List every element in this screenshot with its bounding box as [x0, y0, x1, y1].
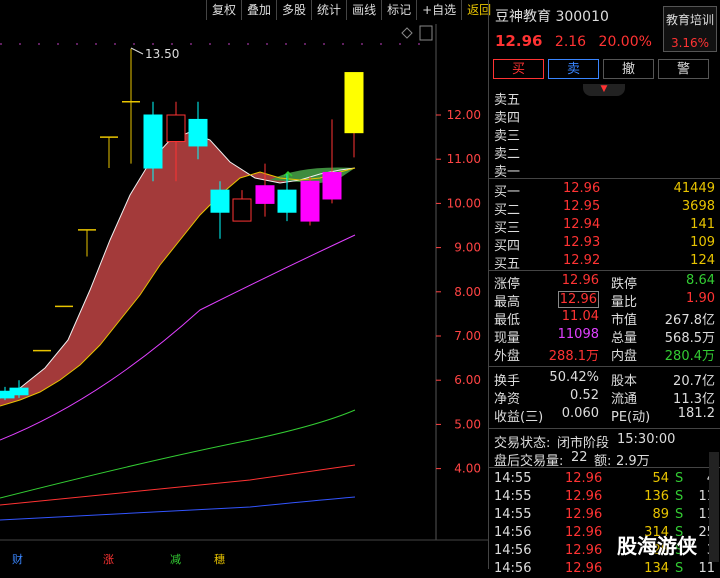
candle-body: [255, 185, 275, 204]
kline-chart[interactable]: 12.00 11.00 10.00 9.00 8.00 7.00 6.00 5.00 4.00 1…: [0, 0, 488, 569]
candle-body-hollow: [166, 114, 186, 143]
ask-row: 卖五: [489, 88, 720, 108]
event-ticker: 财 涨 减 穗: [0, 548, 488, 569]
last-price: 12.96: [495, 32, 543, 50]
price-row: 12.96 2.16 20.00%: [495, 32, 660, 50]
divider: [489, 270, 720, 271]
toolbar-fuquan[interactable]: 复权: [206, 0, 241, 20]
price-change-pct: 20.00%: [598, 34, 652, 50]
stats-block: 涨停 12.96 跌停 8.64 最高 12.96 量比 1.90 最低 11.04 市值 267…: [489, 272, 720, 364]
sell-button[interactable]: 卖: [548, 59, 599, 79]
quote-panel: 豆神教育 300010 教育培训 3.16% 12.96 2.16 20.00%…: [488, 0, 720, 576]
toolbar-diejia[interactable]: 叠加: [241, 0, 276, 20]
bid-row: 买二 12.95 3698: [494, 199, 715, 218]
sector-badge[interactable]: 教育培训 3.16%: [663, 6, 717, 52]
candle-body: [344, 72, 364, 134]
bid-row: 买四 12.93 109: [494, 235, 715, 254]
price-change: 2.16: [554, 34, 587, 50]
trade-row: 14:56 12.96 134 S 11: [494, 561, 715, 576]
stock-code: 300010: [555, 9, 609, 25]
event-marker-sui[interactable]: 穗: [214, 551, 225, 567]
bid-row: 买五 12.92 124: [494, 253, 715, 272]
candle-body: [277, 189, 297, 213]
divider: [489, 366, 720, 367]
trades-scrollbar[interactable]: [709, 452, 719, 562]
bid-row: 买一 12.96 41449: [494, 181, 715, 200]
divider: [489, 467, 720, 468]
candle-body-hollow: [232, 198, 252, 222]
chart-grid: [0, 0, 488, 569]
status-block: 交易状态: 闭市阶段 15:30:00 盘后交易量: 22 额: 2.9万: [489, 431, 720, 469]
high-price-marker: 13.50: [145, 47, 179, 61]
cancel-button[interactable]: 撤: [603, 59, 654, 79]
stats-row: 外盘 288.1万 内盘 280.4万: [494, 349, 715, 364]
ask-row: 卖二: [489, 142, 720, 162]
bid-row: 买三 12.94 141: [494, 217, 715, 236]
buy-button[interactable]: 买: [493, 59, 544, 79]
trade-status-row: 交易状态: 闭市阶段 15:30:00: [494, 432, 676, 451]
candle-body: [143, 114, 163, 169]
price-label: 7.00: [454, 329, 481, 343]
stats-row: 收益(三) 0.060 PE(动) 181.2: [494, 406, 715, 425]
stats-row: 现量 11098 总量 568.5万: [494, 327, 715, 346]
price-label: 12.00: [447, 108, 481, 122]
price-label: 6.00: [454, 373, 481, 387]
trade-buttons: 买 卖 撤 警: [493, 59, 709, 79]
price-label: 9.00: [454, 241, 481, 255]
candle-body: [322, 171, 342, 200]
price-label: 4.00: [454, 462, 481, 476]
candle-body: [300, 180, 320, 222]
price-label: 8.00: [454, 285, 481, 299]
ask-row: 卖一: [489, 160, 720, 180]
tick-trades: 14:5512.9654S4 14:5512.96136S11 14:5512.…: [489, 470, 720, 578]
toolbar-duogu[interactable]: 多股: [276, 0, 311, 20]
ask-book: 卖五 卖四 卖三 卖二 卖一: [489, 88, 720, 180]
bid-book: 买一 12.96 41449 买二 12.95 3698 买三 12.94 141 买四 12…: [489, 180, 720, 272]
after-hours-row: 盘后交易量: 22 额: 2.9万: [494, 450, 650, 469]
stats-row: 涨停 12.96 跌停 8.64: [494, 273, 715, 292]
alert-button[interactable]: 警: [658, 59, 709, 79]
divider: [489, 428, 720, 429]
chart-bg: [0, 0, 488, 569]
stock-name: 豆神教育: [495, 9, 551, 25]
stats-row: 净资 0.52 流通 11.3亿: [494, 388, 715, 407]
sector-name: 教育培训: [665, 13, 714, 27]
ask-row: 卖四: [489, 106, 720, 126]
price-label: 10.00: [447, 196, 481, 210]
trade-row: 14:55 12.96 89 S 11: [494, 507, 715, 522]
event-marker-zhang[interactable]: 涨: [103, 551, 114, 567]
toolbar-tongji[interactable]: 统计: [311, 0, 346, 20]
event-marker-cai[interactable]: 财: [12, 551, 23, 567]
stats-row: 换手 50.42% 股本 20.7亿: [494, 370, 715, 389]
event-marker-jian[interactable]: 减: [170, 551, 181, 567]
toolbar-add-watchlist[interactable]: +自选: [416, 0, 461, 20]
stats-row: 最高 12.96 量比 1.90: [494, 291, 715, 310]
ask-row: 卖三: [489, 124, 720, 144]
candle-body: [9, 387, 29, 396]
divider: [489, 178, 720, 179]
trade-row: 14:5512.9654S4: [494, 471, 715, 486]
candle-body: [188, 118, 208, 147]
sector-pct: 3.16%: [670, 36, 710, 50]
fundamentals-block: 换手 50.42% 股本 20.7亿 净资 0.52 流通 11.3亿 收益(三) 0.060…: [489, 369, 720, 425]
chart-toolbar: 复权 叠加 多股 统计 画线 标记 +自选 返回: [206, 0, 496, 20]
price-label: 11.00: [447, 152, 481, 166]
stock-title: 豆神教育 300010: [495, 6, 609, 26]
watermark-text: 股海游侠: [617, 534, 697, 558]
trade-row: 14:55 12.96 136 S 11: [494, 489, 715, 504]
price-label: 5.00: [454, 417, 481, 431]
candle-body: [210, 189, 230, 213]
toolbar-biaoji[interactable]: 标记: [381, 0, 416, 20]
toolbar-huaxian[interactable]: 画线: [346, 0, 381, 20]
stats-row: 最低 11.04 市值 267.8亿: [494, 309, 715, 328]
